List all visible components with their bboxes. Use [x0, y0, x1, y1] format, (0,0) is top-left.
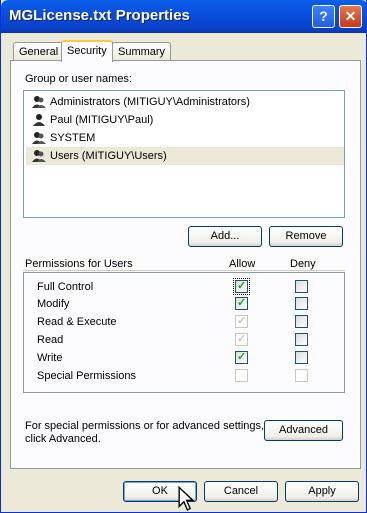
- allow-read-execute-checkbox: ✓: [235, 315, 248, 328]
- user-icon: [33, 114, 45, 126]
- deny-modify-checkbox[interactable]: [295, 297, 308, 310]
- permission-label-modify: Modify: [37, 298, 70, 310]
- allow-write-checkbox[interactable]: ✓: [235, 351, 248, 364]
- add-button[interactable]: Add...: [188, 226, 262, 247]
- window-title: MGLicense.txt Properties: [9, 7, 190, 24]
- deny-full-control-checkbox[interactable]: [295, 280, 308, 293]
- user-label: Administrators (MITIGUY\Administrators): [50, 96, 250, 108]
- group-or-user-names-label: Group or user names:: [25, 73, 132, 85]
- allow-read-checkbox: ✓: [235, 333, 248, 346]
- permission-label-read-execute: Read & Execute: [37, 316, 117, 328]
- deny-column-header: Deny: [290, 258, 316, 270]
- permission-label-write: Write: [37, 352, 63, 364]
- allow-special-checkbox: [235, 369, 248, 382]
- advanced-hint-line-2: click Advanced.: [25, 433, 101, 445]
- deny-write-checkbox[interactable]: [295, 351, 308, 364]
- group-icon: [32, 132, 46, 144]
- check-mark-icon: ✓: [237, 351, 247, 363]
- help-button[interactable]: ?: [312, 5, 335, 28]
- title-bar[interactable]: MGLicense.txt Properties ? ✕: [1, 0, 367, 33]
- permission-label-read: Read: [37, 334, 64, 346]
- permission-label-special: Special Permissions: [37, 370, 137, 382]
- deny-read-checkbox[interactable]: [295, 333, 308, 346]
- user-label: SYSTEM: [50, 132, 96, 144]
- close-button[interactable]: ✕: [339, 5, 362, 28]
- permissions-title: Permissions for Users: [25, 258, 133, 270]
- mouse-cursor-icon: [178, 486, 195, 511]
- list-item-paul[interactable]: Paul (MITIGUY\Paul): [26, 111, 344, 129]
- tab-security[interactable]: Security: [61, 40, 113, 62]
- list-item-administrators[interactable]: Administrators (MITIGUY\Administrators): [26, 93, 344, 111]
- advanced-button[interactable]: Advanced: [264, 420, 343, 441]
- list-item-users[interactable]: Users (MITIGUY\Users): [26, 147, 344, 165]
- user-label: Users (MITIGUY\Users): [50, 150, 167, 162]
- deny-read-execute-checkbox[interactable]: [295, 315, 308, 328]
- tab-general[interactable]: General: [13, 42, 65, 61]
- cancel-button[interactable]: Cancel: [204, 481, 278, 502]
- allow-modify-checkbox[interactable]: ✓: [235, 297, 248, 310]
- deny-special-checkbox: [295, 369, 308, 382]
- group-icon: [32, 96, 46, 108]
- remove-button[interactable]: Remove: [269, 226, 343, 247]
- group-icon: [32, 150, 46, 162]
- allow-column-header: Allow: [229, 258, 256, 270]
- check-mark-icon: ✓: [237, 297, 247, 309]
- permissions-header-divider: [23, 270, 345, 271]
- tab-summary[interactable]: Summary: [112, 42, 172, 61]
- user-list[interactable]: Administrators (MITIGUY\Administrators) …: [23, 90, 345, 218]
- allow-full-control-checkbox[interactable]: ✓: [233, 278, 250, 295]
- advanced-hint-line-1: For special permissions or for advanced …: [25, 420, 265, 432]
- list-item-system[interactable]: SYSTEM: [26, 129, 344, 147]
- check-mark-icon: ✓: [237, 315, 247, 327]
- user-label: Paul (MITIGUY\Paul): [50, 114, 154, 126]
- check-mark-icon: ✓: [237, 280, 247, 292]
- apply-button[interactable]: Apply: [285, 481, 359, 502]
- properties-dialog: MGLicense.txt Properties ? ✕ General Sec…: [0, 0, 367, 513]
- check-mark-icon: ✓: [237, 333, 247, 345]
- permission-label-full-control: Full Control: [37, 281, 94, 293]
